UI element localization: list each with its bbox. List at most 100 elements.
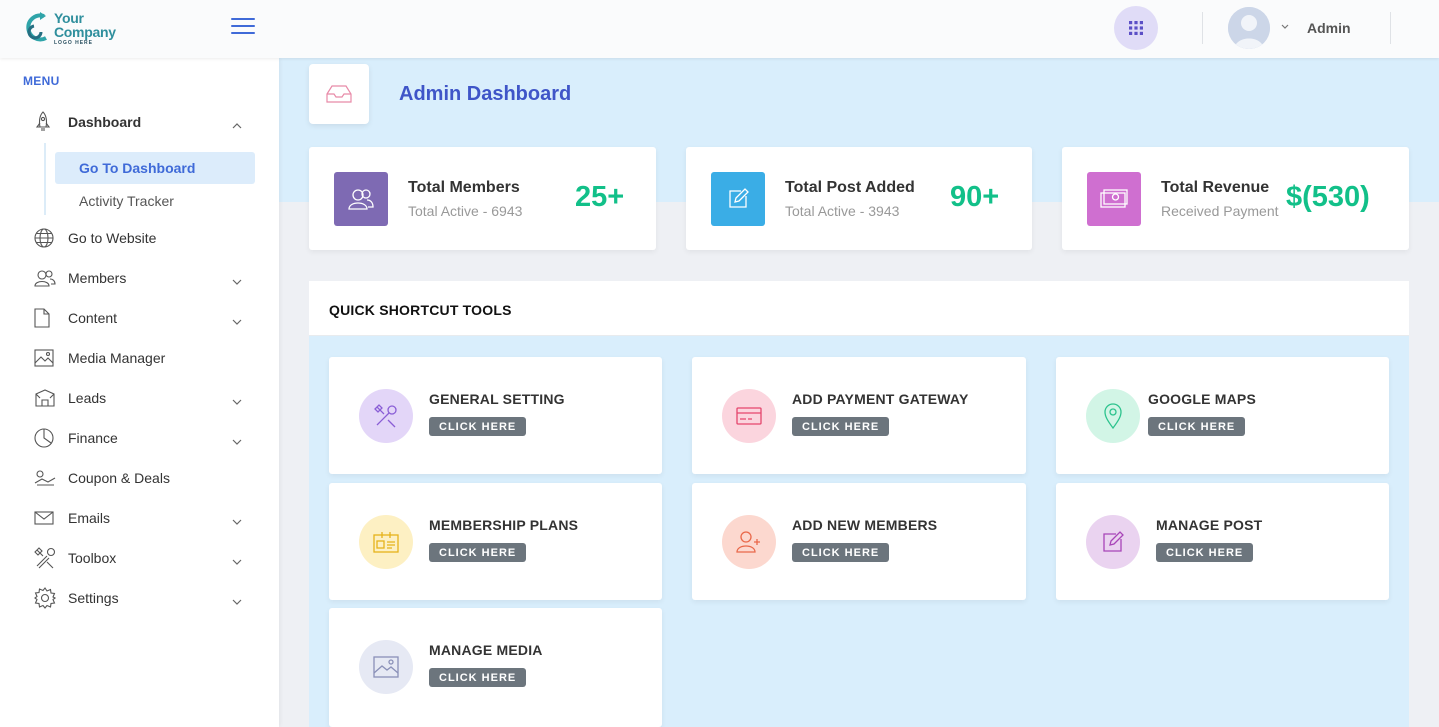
stat-subtitle: Total Active - 3943: [785, 203, 900, 219]
user-name[interactable]: Admin: [1307, 20, 1351, 36]
tool-card-google-maps[interactable]: GOOGLE MAPS CLICK HERE: [1056, 357, 1389, 474]
gear-icon: [34, 587, 56, 609]
company-logo[interactable]: Your Company LOGO HERE: [24, 8, 124, 48]
pie-chart-icon: [34, 428, 54, 448]
stat-icon-box: [1087, 172, 1141, 226]
click-here-button[interactable]: CLICK HERE: [792, 543, 890, 562]
chevron-down-icon: [232, 552, 242, 570]
click-here-button[interactable]: CLICK HERE: [1156, 543, 1254, 562]
users-icon: [348, 189, 374, 210]
map-pin-icon: [1104, 403, 1122, 429]
money-icon: [1100, 189, 1128, 208]
page-title: Admin Dashboard: [399, 83, 572, 105]
chevron-down-icon[interactable]: [1281, 22, 1289, 32]
sidebar-item-finance[interactable]: Finance: [24, 420, 254, 456]
tool-icon-circle: [722, 389, 776, 443]
stat-title: Total Post Added: [785, 179, 915, 196]
user-avatar[interactable]: [1228, 7, 1270, 49]
stat-subtitle: Received Payment: [1161, 203, 1279, 219]
image-icon: [34, 349, 54, 367]
stat-title: Total Members: [408, 179, 520, 196]
tool-title: ADD NEW MEMBERS: [792, 517, 938, 533]
image-icon: [373, 656, 399, 678]
stat-card-total-members[interactable]: Total Members Total Active - 6943 25+: [309, 147, 656, 250]
tool-title: GOOGLE MAPS: [1148, 391, 1256, 407]
tool-card-manage-media[interactable]: MANAGE MEDIA CLICK HERE: [329, 608, 662, 727]
sidebar-item-coupon-deals[interactable]: Coupon & Deals: [24, 460, 254, 496]
logo-name: Your Company: [54, 9, 116, 40]
mail-icon: [34, 511, 54, 525]
grid-icon: [1129, 21, 1143, 35]
sidebar-item-label: Media Manager: [68, 350, 166, 366]
section-title: QUICK SHORTCUT TOOLS: [329, 302, 512, 318]
edit-icon: [1103, 531, 1124, 552]
chevron-up-icon: [232, 116, 242, 134]
click-here-button[interactable]: CLICK HERE: [429, 417, 527, 436]
sidebar-item-label: Content: [68, 310, 118, 326]
sidebar-item-label: Coupon & Deals: [68, 470, 170, 486]
sidebar-item-content[interactable]: Content: [24, 300, 254, 336]
menu-toggle-icon[interactable]: [231, 18, 255, 36]
users-icon: [34, 270, 56, 287]
sidebar-item-label: Settings: [68, 590, 119, 606]
sidebar-item-settings[interactable]: Settings: [24, 580, 254, 616]
page-title-icon-box: [309, 64, 369, 124]
sidebar-item-members[interactable]: Members: [24, 260, 254, 296]
tool-icon-circle: [359, 389, 413, 443]
edit-icon: [729, 188, 749, 208]
sidebar-item-media-manager[interactable]: Media Manager: [24, 340, 254, 376]
chevron-down-icon: [232, 392, 242, 410]
chevron-down-icon: [232, 432, 242, 450]
tool-icon-circle: [722, 515, 776, 569]
apps-grid-button[interactable]: [1114, 6, 1158, 50]
sidebar-item-dashboard[interactable]: Dashboard: [24, 104, 254, 140]
click-here-button[interactable]: CLICK HERE: [429, 543, 527, 562]
sidebar-item-label: Dashboard: [68, 114, 142, 130]
tool-icon-circle: [1086, 515, 1140, 569]
sidebar-item-label: Members: [68, 270, 127, 286]
stat-icon-box: [711, 172, 765, 226]
sidebar-item-leads[interactable]: Leads: [24, 380, 254, 416]
file-icon: [34, 308, 50, 328]
globe-icon: [34, 228, 54, 248]
tool-title: ADD PAYMENT GATEWAY: [792, 391, 969, 407]
inbox-icon: [326, 85, 352, 103]
sidebar-item-label: Toolbox: [68, 550, 117, 566]
click-here-button[interactable]: CLICK HERE: [792, 417, 890, 436]
logo-tagline: LOGO HERE: [54, 39, 94, 46]
id-card-icon: [373, 532, 399, 553]
sidebar-item-label: Finance: [68, 430, 118, 446]
header-divider: [1390, 12, 1391, 44]
chevron-down-icon: [232, 272, 242, 290]
sidebar-item-emails[interactable]: Emails: [24, 500, 254, 536]
stat-card-total-revenue[interactable]: Total Revenue Received Payment $(530): [1062, 147, 1409, 250]
tool-icon-circle: [359, 640, 413, 694]
tool-card-membership-plans[interactable]: MEMBERSHIP PLANS CLICK HERE: [329, 483, 662, 600]
tool-icon-circle: [359, 515, 413, 569]
stat-value: 25+: [575, 181, 625, 213]
top-header: Your Company LOGO HERE Admin: [0, 0, 1439, 58]
tool-card-add-payment-gateway[interactable]: ADD PAYMENT GATEWAY CLICK HERE: [692, 357, 1026, 474]
sidebar-item-label: Go to Website: [68, 230, 157, 246]
logo-icon: [24, 10, 50, 46]
rocket-icon: [35, 111, 51, 131]
tool-title: GENERAL SETTING: [429, 391, 565, 407]
tools-icon: [374, 404, 397, 428]
tool-title: MEMBERSHIP PLANS: [429, 517, 579, 533]
sidebar-item-toolbox[interactable]: Toolbox: [24, 540, 254, 576]
click-here-button[interactable]: CLICK HERE: [429, 668, 527, 687]
tool-card-general-setting[interactable]: GENERAL SETTING CLICK HERE: [329, 357, 662, 474]
stat-card-total-posts[interactable]: Total Post Added Total Active - 3943 90+: [686, 147, 1032, 250]
click-here-button[interactable]: CLICK HERE: [1148, 417, 1246, 436]
chevron-down-icon: [232, 312, 242, 330]
stat-title: Total Revenue: [1161, 179, 1270, 196]
stat-subtitle: Total Active - 6943: [408, 203, 523, 219]
tool-card-manage-post[interactable]: MANAGE POST CLICK HERE: [1056, 483, 1389, 600]
chevron-down-icon: [232, 592, 242, 610]
sidebar-item-go-to-website[interactable]: Go to Website: [24, 220, 254, 256]
sidebar: MENU Dashboard Go To Dashboard Activity …: [0, 58, 279, 727]
tool-title: MANAGE POST: [1156, 517, 1263, 533]
tool-card-add-new-members[interactable]: ADD NEW MEMBERS CLICK HERE: [692, 483, 1026, 600]
sidebar-subitem-activity-tracker[interactable]: Activity Tracker: [55, 185, 255, 217]
sidebar-subitem-go-to-dashboard[interactable]: Go To Dashboard: [55, 152, 255, 184]
